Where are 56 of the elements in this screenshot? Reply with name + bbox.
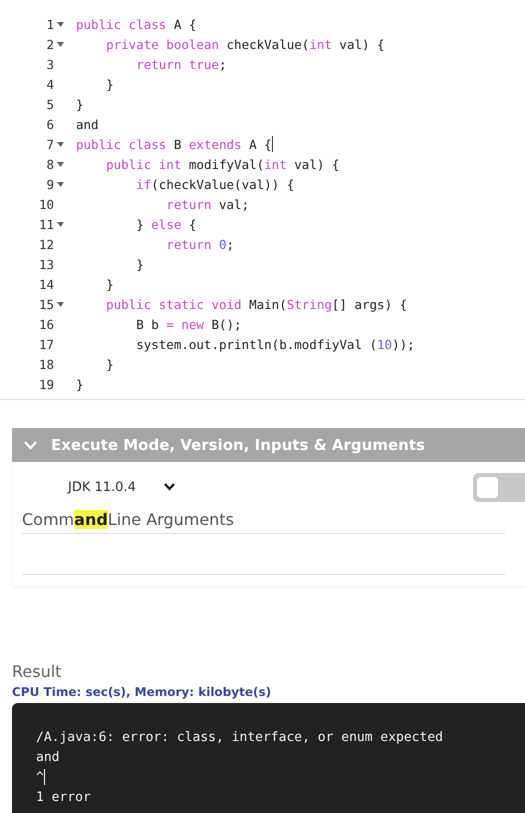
section-title: Execute Mode, Version, Inputs & Arguments [51, 436, 425, 454]
fold-arrow-icon[interactable] [57, 162, 64, 166]
line-number: 19 [38, 376, 54, 392]
line-number: 9 [45, 176, 54, 192]
code-line: } [105, 76, 114, 92]
code-line: } [76, 96, 84, 112]
line-number: 10 [38, 196, 54, 212]
line-number: 17 [38, 336, 54, 352]
code-line: } [76, 376, 84, 392]
code-line: public int modifyVal(int val) { [105, 156, 340, 172]
result-stats: CPU Time: sec(s), Memory: kilobyte(s) [12, 685, 272, 699]
code-line: } [105, 356, 114, 372]
line-number: 14 [38, 276, 54, 292]
fold-arrow-icon[interactable] [57, 22, 64, 26]
line-number: 8 [45, 156, 54, 172]
fold-arrow-icon[interactable] [57, 42, 64, 46]
code-line: B b = new B(); [135, 316, 242, 332]
line-number: 2 [45, 36, 54, 52]
chevron-down-icon [164, 483, 175, 491]
line-number: 4 [45, 76, 54, 92]
arguments-label: CommandLine Arguments [22, 510, 505, 534]
output-line: ^ [36, 768, 46, 787]
output-line: and [36, 748, 60, 766]
code-line: return 0; [165, 236, 234, 252]
line-number: 13 [38, 256, 54, 272]
code-line: } else { [135, 216, 196, 232]
line-number: 6 [45, 116, 54, 132]
line-number: 5 [45, 96, 54, 112]
line-number: 1 [45, 16, 54, 32]
result-title: Result [12, 662, 62, 681]
line-number: 18 [38, 356, 54, 372]
output-line: /A.java:6: error: class, interface, or enum expected [36, 728, 444, 746]
fold-arrow-icon[interactable] [57, 222, 64, 226]
line-number: 15 [38, 296, 54, 312]
line-number: 3 [45, 56, 54, 72]
fold-arrow-icon[interactable] [57, 182, 64, 186]
code-line: } [135, 256, 144, 272]
code-line: public class B extends A { [76, 136, 273, 152]
code-line: system.out.println(b.modfiyVal (10)); [135, 336, 415, 352]
output-line: 1 error [36, 788, 92, 806]
line-number: 11 [38, 216, 54, 232]
code-line: public class A { [76, 16, 196, 32]
code-line: if(checkValue(val)) { [135, 176, 294, 192]
line-number: 12 [38, 236, 54, 252]
code-line: return val; [165, 196, 250, 212]
fold-arrow-icon[interactable] [57, 142, 64, 146]
line-number: 16 [38, 316, 54, 332]
version-dropdown[interactable]: JDK 11.0.4 [22, 478, 181, 496]
code-line: } [105, 276, 114, 292]
code-line: and [76, 116, 99, 132]
toggle-switch[interactable] [473, 472, 525, 502]
line-number: 7 [45, 136, 54, 152]
fold-arrow-icon[interactable] [57, 302, 64, 306]
code-line: return true; [135, 56, 227, 72]
code-line: private boolean checkValue(int val) { [105, 36, 385, 52]
code-line: public static void Main(String[] args) { [105, 296, 408, 312]
